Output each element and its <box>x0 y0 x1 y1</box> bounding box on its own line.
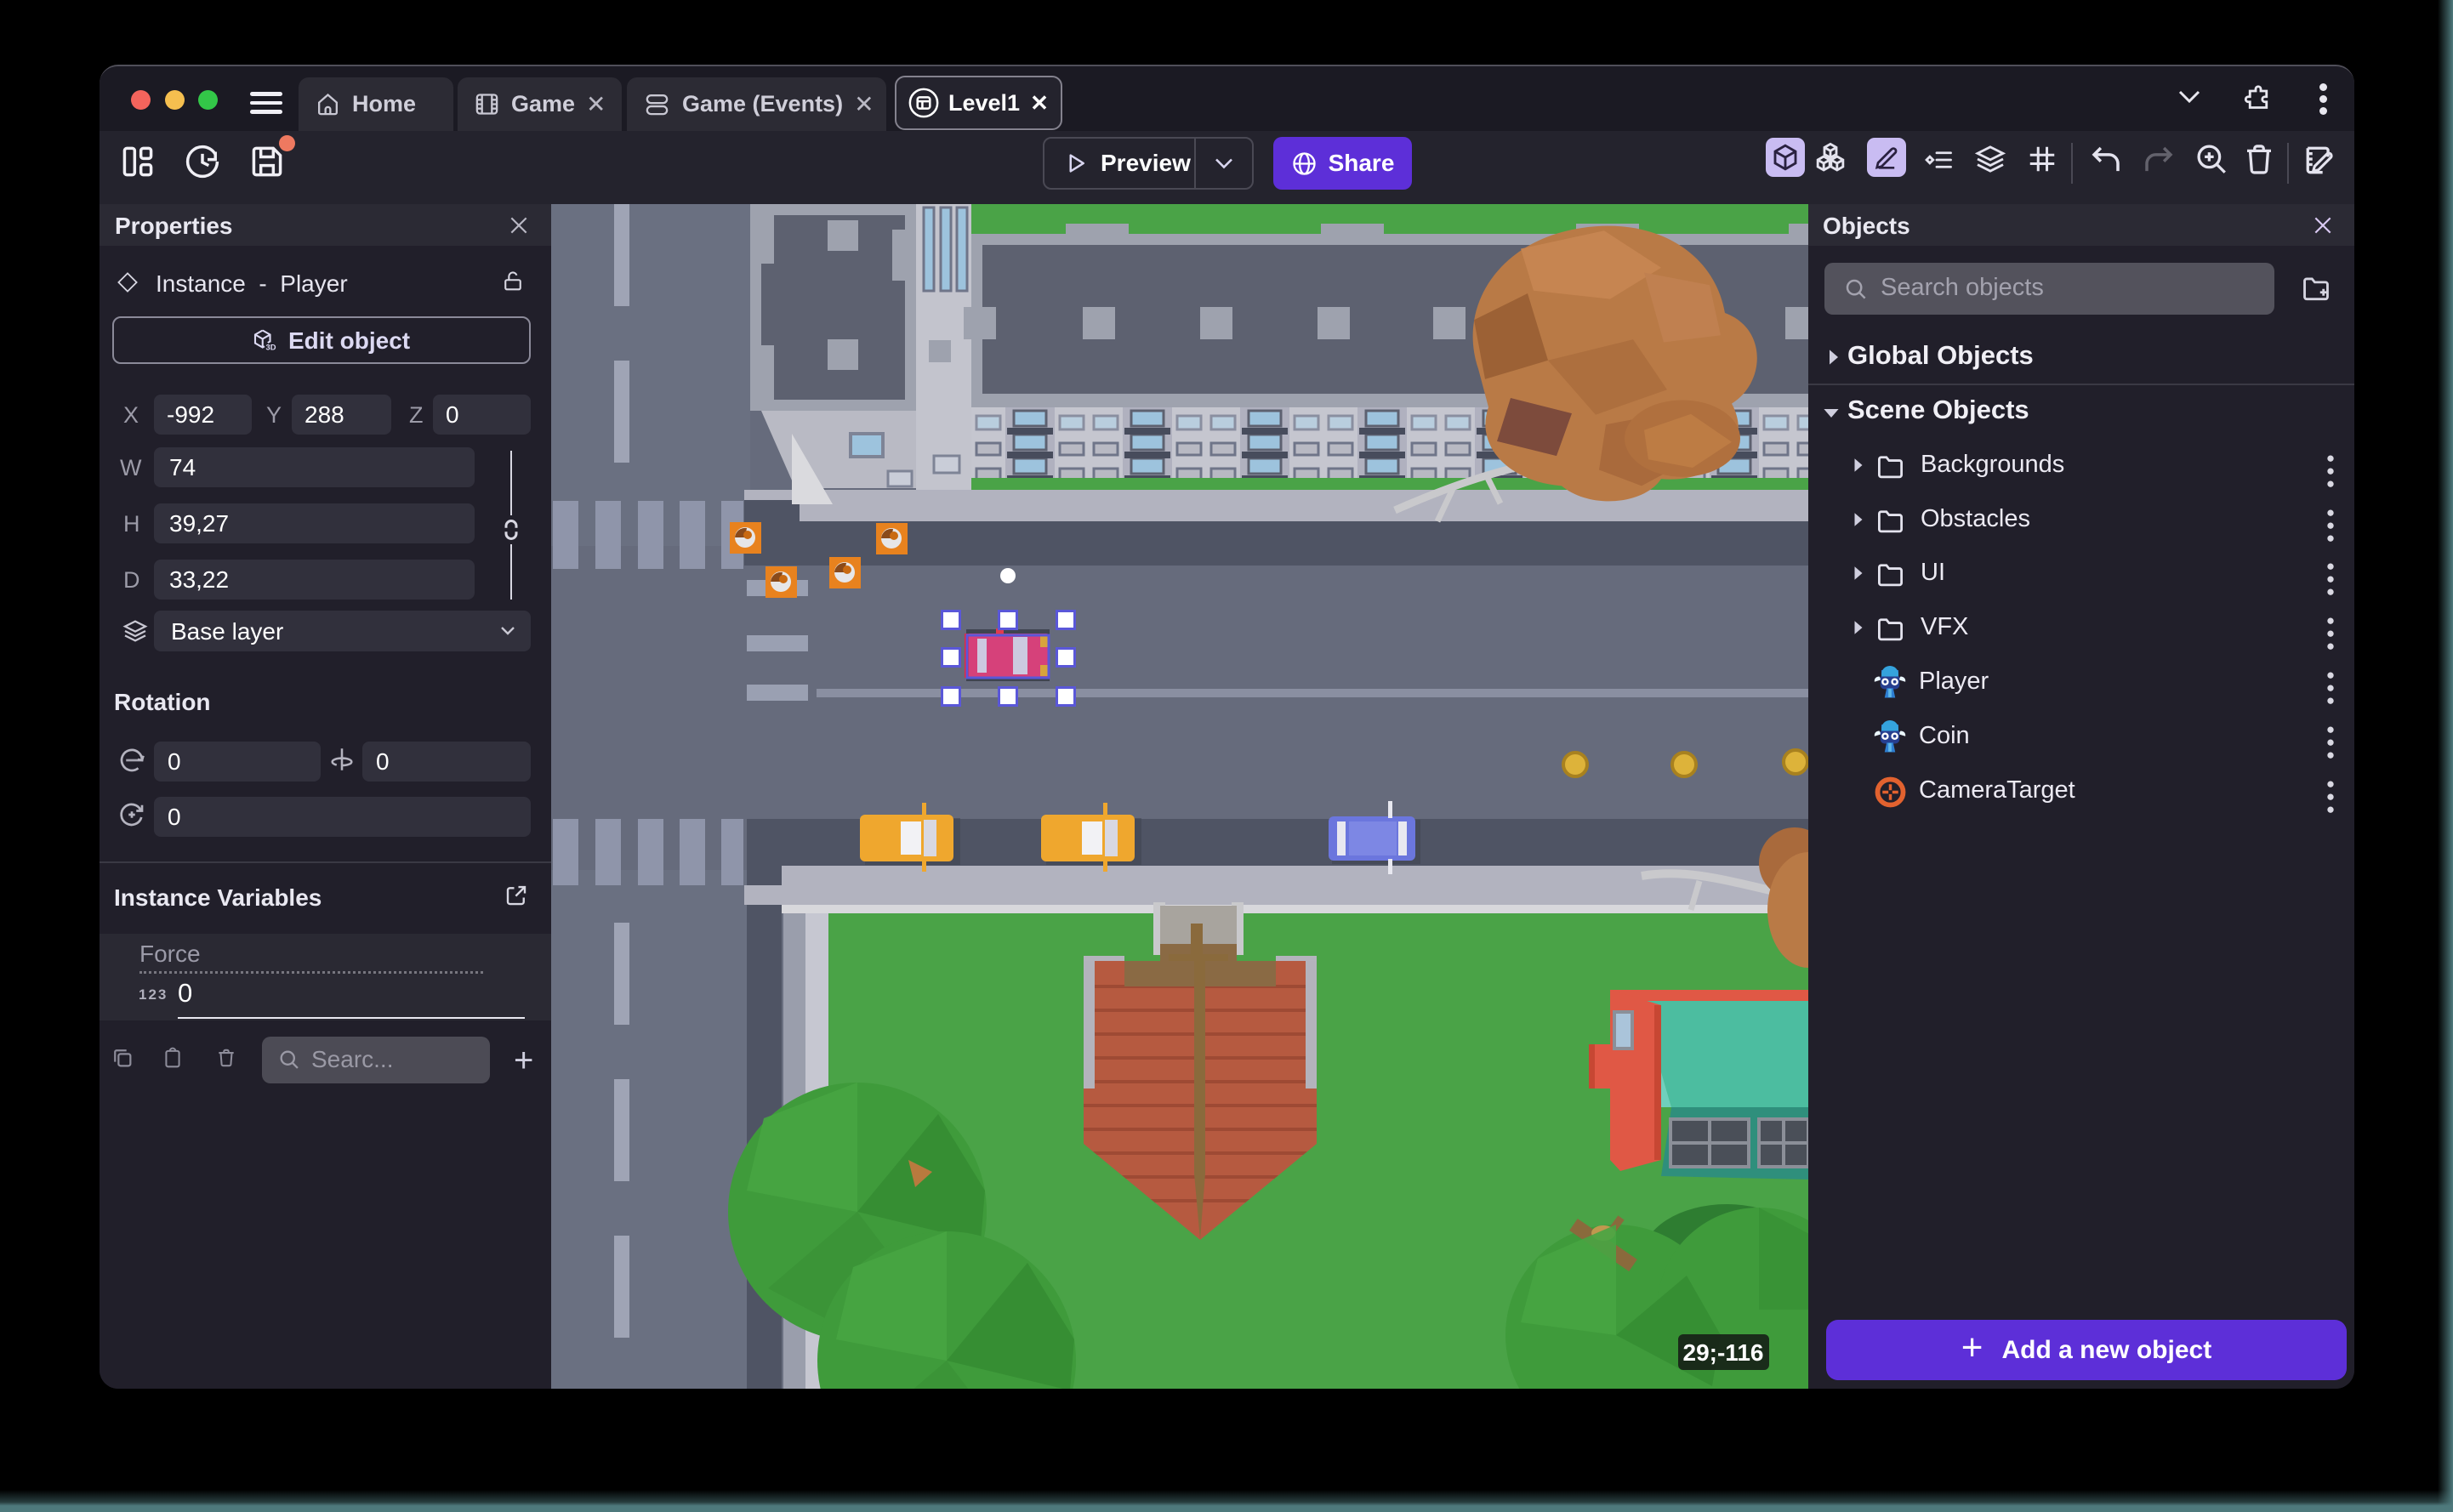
svg-text:29;-116: 29;-116 <box>1683 1339 1764 1366</box>
svg-text:3D: 3D <box>266 343 276 351</box>
